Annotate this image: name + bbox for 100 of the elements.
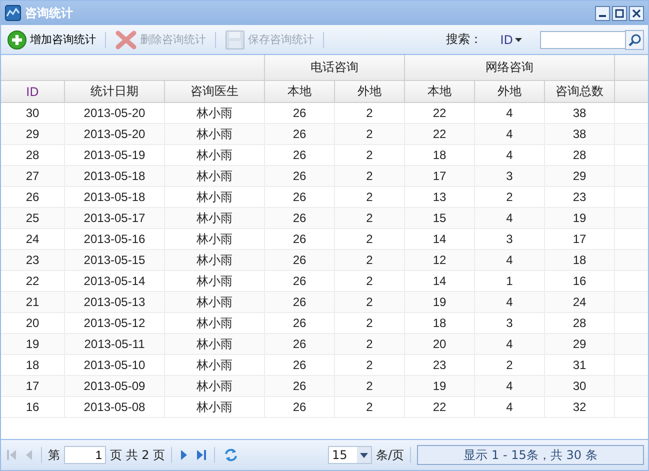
column-header[interactable]: 统计日期 — [65, 81, 165, 102]
table-cell: 18 — [545, 250, 615, 270]
table-cell: 2 — [335, 250, 405, 270]
table-cell: 24 — [545, 292, 615, 312]
table-cell: 4 — [475, 250, 545, 270]
paging-summary: 显示 1 - 15条，共 30 条 — [417, 445, 644, 465]
table-cell: 14 — [405, 229, 475, 249]
table-cell: 林小雨 — [165, 124, 265, 144]
table-cell: 26 — [265, 355, 335, 375]
table-cell: 18 — [405, 313, 475, 333]
search-button[interactable] — [625, 30, 644, 50]
maximize-icon — [615, 8, 624, 18]
column-group-header: 电话咨询 — [265, 55, 405, 80]
table-cell: 2013-05-14 — [65, 271, 165, 291]
table-cell: 26 — [265, 208, 335, 228]
table-cell: 24 — [1, 229, 65, 249]
table-cell: 林小雨 — [165, 397, 265, 417]
table-cell: 28 — [545, 145, 615, 165]
table-cell: 林小雨 — [165, 334, 265, 354]
plus-icon — [7, 30, 27, 50]
page-count: 页 共 2 页 — [110, 446, 166, 464]
table-cell: 2013-05-15 — [65, 250, 165, 270]
table-cell: 23 — [545, 187, 615, 207]
table-cell: 2013-05-20 — [65, 124, 165, 144]
table-cell: 27 — [1, 166, 65, 186]
table-cell: 2013-05-19 — [65, 145, 165, 165]
table-cell: 26 — [265, 166, 335, 186]
column-header[interactable]: ID — [1, 81, 65, 102]
table-cell: 林小雨 — [165, 355, 265, 375]
table-cell: 2013-05-18 — [65, 187, 165, 207]
last-page-button[interactable] — [194, 449, 208, 461]
table-cell: 22 — [1, 271, 65, 291]
table-cell: 2 — [335, 145, 405, 165]
table-cell: 4 — [475, 124, 545, 144]
table-cell: 2013-05-20 — [65, 103, 165, 123]
minimize-icon — [599, 14, 606, 16]
search-label: 搜索： — [446, 31, 482, 48]
table-cell: 2013-05-10 — [65, 355, 165, 375]
table-cell: 2 — [335, 103, 405, 123]
field-dropdown[interactable]: ID — [494, 32, 528, 48]
table-cell: 林小雨 — [165, 292, 265, 312]
column-header[interactable]: 咨询总数 — [545, 81, 615, 102]
column-header[interactable]: 外地 — [475, 81, 545, 102]
table-cell: 26 — [265, 313, 335, 333]
chart-icon — [5, 5, 21, 21]
table-cell: 4 — [475, 334, 545, 354]
table-cell: 林小雨 — [165, 250, 265, 270]
cross-icon — [115, 30, 137, 50]
table-cell: 林小雨 — [165, 166, 265, 186]
column-header[interactable]: 本地 — [405, 81, 475, 102]
table-cell: 17 — [545, 229, 615, 249]
column-header[interactable]: 外地 — [335, 81, 405, 102]
table-cell: 林小雨 — [165, 271, 265, 291]
table-cell: 2013-05-18 — [65, 166, 165, 186]
table-cell: 26 — [265, 271, 335, 291]
table-cell: 26 — [265, 334, 335, 354]
table-cell: 18 — [405, 145, 475, 165]
search-field[interactable] — [540, 30, 626, 48]
page-size-dropdown[interactable]: 15 — [328, 446, 372, 464]
table-cell: 3 — [475, 313, 545, 333]
table-cell: 30 — [545, 376, 615, 396]
table-cell: 20 — [1, 313, 65, 333]
table-cell: 28 — [545, 313, 615, 333]
table-cell: 26 — [1, 187, 65, 207]
table-cell: 4 — [475, 397, 545, 417]
table-cell: 4 — [475, 292, 545, 312]
table-cell: 16 — [545, 271, 615, 291]
page-prefix: 第 — [48, 446, 60, 464]
table-cell: 2013-05-17 — [65, 208, 165, 228]
caret-icon — [360, 452, 368, 458]
minimize-button[interactable] — [595, 6, 610, 20]
table-cell: 17 — [405, 166, 475, 186]
table-cell: 4 — [475, 103, 545, 123]
table-cell: 2013-05-09 — [65, 376, 165, 396]
table-cell: 林小雨 — [165, 229, 265, 249]
column-header[interactable]: 本地 — [265, 81, 335, 102]
table-cell: 20 — [405, 334, 475, 354]
table-cell: 26 — [265, 397, 335, 417]
table-cell: 2013-05-16 — [65, 229, 165, 249]
table-cell: 林小雨 — [165, 145, 265, 165]
table-cell: 26 — [265, 229, 335, 249]
close-button[interactable] — [629, 6, 644, 20]
table-cell: 26 — [265, 292, 335, 312]
table-cell: 29 — [545, 334, 615, 354]
close-icon — [632, 8, 641, 18]
table-cell: 22 — [405, 397, 475, 417]
table-cell: 2 — [335, 271, 405, 291]
page-number-field[interactable]: 1 — [64, 446, 106, 464]
table-cell: 29 — [1, 124, 65, 144]
table-cell: 2 — [335, 376, 405, 396]
table-cell: 25 — [1, 208, 65, 228]
table-cell: 18 — [1, 355, 65, 375]
table-cell: 26 — [265, 145, 335, 165]
table-cell: 38 — [545, 124, 615, 144]
table-cell: 22 — [405, 124, 475, 144]
column-header[interactable]: 咨询医生 — [165, 81, 265, 102]
table-cell: 1 — [475, 271, 545, 291]
add-button[interactable]: 增加咨询统计 — [5, 30, 98, 50]
maximize-button[interactable] — [612, 6, 627, 20]
table-cell: 2 — [335, 166, 405, 186]
